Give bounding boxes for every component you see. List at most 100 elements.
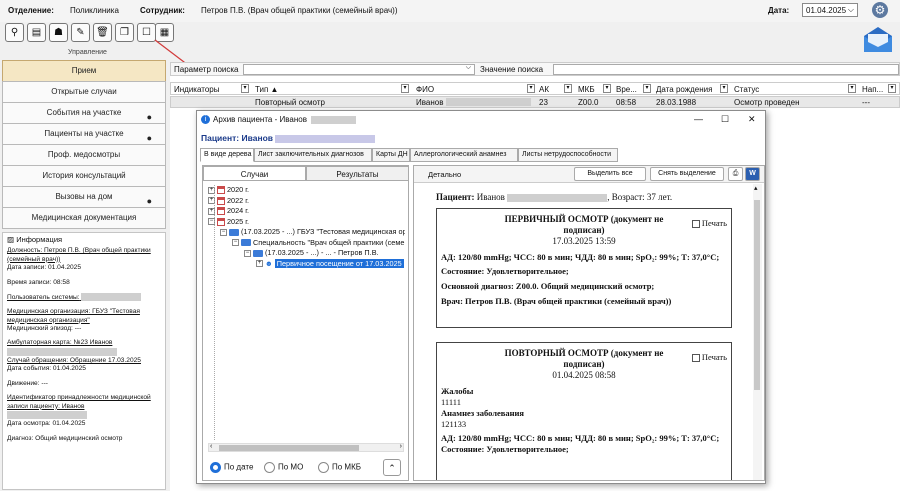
print-checkbox[interactable]: Печать (691, 218, 727, 229)
maximize-icon[interactable]: ☐ (721, 114, 729, 125)
scroll-thumb[interactable] (754, 200, 760, 390)
scroll-thumb[interactable] (219, 445, 359, 451)
info-icon: ▨ (7, 235, 15, 244)
col-type[interactable]: Тип ▲ (252, 83, 281, 96)
col-fio[interactable]: ФИО (413, 83, 437, 96)
filter-dropdown-icon[interactable]: ▾ (401, 84, 409, 93)
select-all-button[interactable]: Выделить все (574, 167, 646, 181)
col-birthdate[interactable]: Дата рождения (653, 83, 715, 96)
filter-dropdown-icon[interactable]: ▾ (888, 84, 896, 93)
tab-allergy[interactable]: Аллергологический анамнез (410, 148, 518, 162)
sidebar-item-checkups[interactable]: Проф. медосмотры (2, 144, 166, 166)
tab-final-diagnoses[interactable]: Лист заключительных диагнозов (254, 148, 372, 162)
edit-icon[interactable]: ✎ (71, 23, 90, 42)
tab-dn-cards[interactable]: Карты ДН (372, 148, 410, 162)
info-identifier[interactable]: Идентификатор принадлежности медицинской… (7, 394, 161, 411)
sidebar-item-label: Открытые случаи (51, 87, 117, 96)
col-direction[interactable]: Нап... (859, 83, 886, 96)
info-event-date: Дата события: 01.04.2025 (7, 365, 86, 373)
filter-dropdown-icon[interactable]: ▾ (848, 84, 856, 93)
users-icon[interactable]: ☗ (49, 23, 68, 42)
radio-by-date[interactable]: По дате (210, 462, 253, 473)
card-title: ПОВТОРНЫЙ ОСМОТР (документ не подписан) (504, 348, 664, 369)
info-system-user[interactable]: Пользователь системы: (7, 293, 161, 302)
word-export-icon[interactable]: W (745, 167, 760, 181)
redacted-block (446, 98, 531, 106)
col-ak[interactable]: АК (536, 83, 552, 96)
filter-dropdown-icon[interactable]: ▾ (720, 84, 728, 93)
copy-icon[interactable]: ❐ (115, 23, 134, 42)
document-icon[interactable]: ▤ (27, 23, 46, 42)
chevron-right-icon[interactable]: › (400, 443, 402, 450)
info-card[interactable]: Амбулаторная карта: №23 Иванов (7, 339, 161, 347)
chevron-up-icon[interactable]: ▴ (754, 184, 758, 192)
expand-icon[interactable]: + (256, 260, 263, 268)
filter-dropdown-icon[interactable]: ▾ (527, 84, 535, 93)
tree-label: Специальность "Врач общей практики (семе (253, 237, 405, 247)
user-search-icon[interactable]: ⚲ (5, 23, 24, 42)
tree-node-2024[interactable]: +2024 г. (208, 206, 405, 217)
department-label: Отделение: (8, 6, 54, 15)
info-position[interactable]: Должность: Петров П.В. (Врач общей практ… (7, 247, 161, 264)
info-organization[interactable]: Медицинская организация: ГБУЗ "Тестовая … (7, 308, 161, 325)
tab-cases[interactable]: Случаи (203, 166, 306, 181)
col-mkb[interactable]: МКБ (575, 83, 598, 96)
chevron-down-icon: ⌵ (465, 64, 471, 71)
sidebar-item-events[interactable]: События на участке ● (2, 102, 166, 124)
filter-dropdown-icon[interactable]: ▾ (564, 84, 572, 93)
search-value-input[interactable] (553, 64, 899, 75)
col-time[interactable]: Вре... (613, 83, 640, 96)
chevron-left-icon[interactable]: ‹ (210, 443, 212, 450)
tab-results[interactable]: Результаты (306, 166, 409, 181)
table-row[interactable]: Повторный осмотр Иванов 23 Z00.0 08:58 2… (170, 96, 900, 108)
print-checkbox[interactable]: Печать (691, 352, 727, 363)
date-picker[interactable]: 01.04.2025 ⌵ (802, 3, 858, 17)
tab-sick-leave[interactable]: Листы нетрудоспособности (518, 148, 618, 162)
tree-node-2020[interactable]: +2020 г. (208, 185, 405, 196)
tree-node-visit[interactable]: + ☻ Первичное посещение от 17.03.2025 (208, 258, 405, 270)
radio-by-mo[interactable]: По МО (264, 462, 303, 473)
info-diagnosis: Диагноз: Общий медицинский осмотр (7, 434, 123, 442)
tab-tree[interactable]: В виде дерева (200, 148, 254, 162)
tree-node-2022[interactable]: +2022 г. (208, 196, 405, 207)
close-icon[interactable]: ✕ (748, 114, 756, 125)
sidebar-item-open-cases[interactable]: Открытые случаи (2, 81, 166, 103)
patient-archive-dialog: i Архив пациента - Иванов — ☐ ✕ Пациент:… (196, 110, 766, 484)
collapse-icon[interactable]: − (232, 239, 239, 247)
sidebar-item-priem[interactable]: Прием (2, 60, 166, 82)
deselect-button[interactable]: Снять выделение (650, 167, 724, 181)
collapse-icon[interactable]: − (220, 228, 227, 236)
horizontal-scrollbar[interactable]: ‹ › (208, 443, 404, 452)
col-indicators[interactable]: Индикаторы (171, 83, 222, 96)
tree-label: (17.03.2025 - ...) ГБУЗ "Тестовая медици… (241, 227, 405, 236)
tree-node-specialty[interactable]: − Специальность "Врач общей практики (сем… (208, 238, 405, 249)
radio-by-mkb[interactable]: По МКБ (318, 462, 361, 473)
tree-node-org[interactable]: − (17.03.2025 - ...) ГБУЗ "Тестовая медиц… (208, 227, 405, 238)
envelope-icon[interactable] (862, 24, 894, 54)
tree-node-2025[interactable]: −2025 г. (208, 217, 405, 228)
collapse-icon[interactable]: − (244, 249, 251, 257)
tree-label: 2020 г. (227, 185, 250, 194)
gear-icon[interactable]: ⚙ (872, 2, 888, 18)
minimize-icon[interactable]: — (694, 114, 703, 124)
card-date: 17.03.2025 13:59 (552, 236, 616, 246)
vertical-scrollbar[interactable]: ▴ (753, 184, 762, 480)
info-title-text: Информация (16, 235, 63, 244)
sidebar-item-med-docs[interactable]: Медицинская документация (2, 207, 166, 229)
filter-dropdown-icon[interactable]: ▾ (603, 84, 611, 93)
filter-dropdown-icon[interactable]: ▾ (643, 84, 651, 93)
print-icon[interactable]: ⎙ (728, 167, 743, 181)
filter-dropdown-icon[interactable]: ▾ (241, 84, 249, 93)
sort-radios: По дате По МО По МКБ ⌃ (208, 458, 405, 478)
tree-node-episode[interactable]: − (17.03.2025 - ...) - ... - Петров П.В. (208, 248, 405, 259)
sidebar-item-consultations[interactable]: История консультаций (2, 165, 166, 187)
chevron-up-icon[interactable]: ⌃ (383, 459, 401, 476)
delete-icon[interactable]: 🗑 (93, 23, 112, 42)
sidebar-item-patients[interactable]: Пациенты на участке ● (2, 123, 166, 145)
col-status[interactable]: Статус (731, 83, 762, 96)
sidebar-item-home-calls[interactable]: Вызовы на дом ● (2, 186, 166, 208)
folder-icon (229, 228, 239, 236)
person-icon: ☻ (265, 258, 273, 268)
search-param-select[interactable]: ⌵ (243, 64, 475, 75)
card-vitals: АД: 120/80 mmHg; ЧСС: 80 в мин; ЧДД: 80 … (441, 433, 720, 443)
